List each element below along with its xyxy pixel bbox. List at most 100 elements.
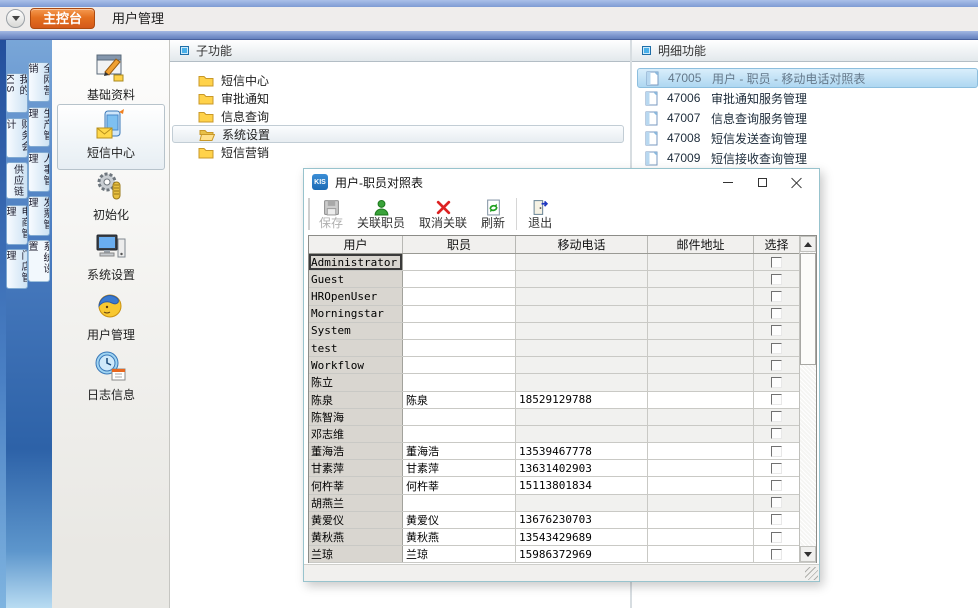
cell-user[interactable]: 陈智海 <box>309 409 403 425</box>
row-checkbox[interactable] <box>771 549 782 560</box>
cell-phone[interactable]: 13539467778 <box>516 443 648 459</box>
row-checkbox[interactable] <box>771 446 782 457</box>
cell-phone[interactable] <box>516 254 648 270</box>
cell-phone[interactable]: 13676230703 <box>516 512 648 528</box>
cell-phone[interactable] <box>516 306 648 322</box>
cell-user[interactable]: 黄秋燕 <box>309 529 403 545</box>
side-tab-invoice[interactable]: 发票管理 <box>28 196 50 236</box>
cell-phone[interactable] <box>516 271 648 287</box>
folder-item-info-query[interactable]: 信息查询 <box>172 107 624 125</box>
side-tab-marketing[interactable]: 全网营销 <box>28 62 50 102</box>
resize-grip[interactable] <box>805 567 818 580</box>
cell-user[interactable]: 兰琼 <box>309 546 403 562</box>
cell-user[interactable]: Guest <box>309 271 403 287</box>
cell-employee[interactable] <box>403 288 516 304</box>
cell-user[interactable]: Workflow <box>309 357 403 373</box>
cell-user[interactable]: 黄爱仪 <box>309 512 403 528</box>
cell-email[interactable] <box>648 546 754 562</box>
cell-employee[interactable]: 兰琼 <box>403 546 516 562</box>
cell-user[interactable]: 何杵莘 <box>309 477 403 493</box>
exit-button[interactable]: 退出 <box>521 195 559 233</box>
cell-employee[interactable]: 陈泉 <box>403 392 516 408</box>
tab-dropdown-button[interactable] <box>6 9 25 28</box>
side-tab-my-kis[interactable]: 我的KIS <box>6 73 28 113</box>
cell-employee[interactable]: 何杵莘 <box>403 477 516 493</box>
cell-employee[interactable]: 甘素萍 <box>403 460 516 476</box>
side-tab-production[interactable]: 生产管理 <box>28 107 50 147</box>
link-employee-button[interactable]: 关联职员 <box>350 195 412 233</box>
vertical-scrollbar[interactable] <box>799 236 816 562</box>
side-tab-finance[interactable]: 财务会计 <box>6 118 28 158</box>
cell-email[interactable] <box>648 409 754 425</box>
cell-phone[interactable] <box>516 340 648 356</box>
close-button[interactable] <box>779 169 813 195</box>
nav-item-log-info[interactable]: 日志信息 <box>58 350 164 403</box>
nav-item-base-data[interactable]: 基础资料 <box>58 50 164 103</box>
side-tab-hr[interactable]: 人事管理 <box>28 152 50 192</box>
minimize-button[interactable] <box>711 169 745 195</box>
folder-item-approval-notice[interactable]: 审批通知 <box>172 89 624 107</box>
scroll-up-button[interactable] <box>800 236 816 252</box>
cell-phone[interactable] <box>516 495 648 511</box>
cell-user[interactable]: 邓志维 <box>309 426 403 442</box>
cell-employee[interactable] <box>403 323 516 339</box>
cell-user[interactable]: System <box>309 323 403 339</box>
row-checkbox[interactable] <box>771 343 782 354</box>
folder-item-sms-marketing[interactable]: 短信营销 <box>172 143 624 161</box>
unlink-button[interactable]: 取消关联 <box>412 195 474 233</box>
tab-main-console[interactable]: 主控台 <box>30 8 95 29</box>
cell-user[interactable]: 董海浩 <box>309 443 403 459</box>
maximize-button[interactable] <box>745 169 779 195</box>
cell-phone[interactable]: 18529129788 <box>516 392 648 408</box>
cell-user[interactable]: 陈泉 <box>309 392 403 408</box>
cell-email[interactable] <box>648 340 754 356</box>
row-checkbox[interactable] <box>771 325 782 336</box>
cell-phone[interactable]: 15113801834 <box>516 477 648 493</box>
cell-email[interactable] <box>648 288 754 304</box>
row-checkbox[interactable] <box>771 394 782 405</box>
cell-employee[interactable] <box>403 374 516 390</box>
cell-email[interactable] <box>648 271 754 287</box>
save-button[interactable]: 保存 <box>312 195 350 233</box>
side-tab-system-settings[interactable]: 系统设置 <box>28 240 50 282</box>
cell-email[interactable] <box>648 477 754 493</box>
cell-phone[interactable] <box>516 288 648 304</box>
row-checkbox[interactable] <box>771 377 782 388</box>
row-checkbox[interactable] <box>771 274 782 285</box>
cell-employee[interactable]: 董海浩 <box>403 443 516 459</box>
function-item-47006[interactable]: 47006 审批通知服务管理 <box>637 88 978 108</box>
row-checkbox[interactable] <box>771 411 782 422</box>
row-checkbox[interactable] <box>771 514 782 525</box>
cell-user[interactable]: HROpenUser <box>309 288 403 304</box>
scrollbar-thumb[interactable] <box>800 253 816 365</box>
cell-phone[interactable] <box>516 357 648 373</box>
cell-employee[interactable]: 黄秋燕 <box>403 529 516 545</box>
side-tab-store[interactable]: 门店管理 <box>6 249 28 289</box>
cell-employee[interactable] <box>403 340 516 356</box>
cell-email[interactable] <box>648 495 754 511</box>
cell-employee[interactable] <box>403 495 516 511</box>
nav-item-user-management[interactable]: 用户管理 <box>58 290 164 343</box>
cell-email[interactable] <box>648 374 754 390</box>
side-tab-ecommerce[interactable]: 电商管理 <box>6 205 28 245</box>
cell-employee[interactable] <box>403 357 516 373</box>
cell-employee[interactable] <box>403 254 516 270</box>
cell-email[interactable] <box>648 460 754 476</box>
cell-user[interactable]: 胡燕兰 <box>309 495 403 511</box>
folder-item-sms-center[interactable]: 短信中心 <box>172 71 624 89</box>
cell-user[interactable]: Administrator <box>309 254 403 270</box>
function-item-47005[interactable]: 47005 用户 - 职员 - 移动电话对照表 <box>637 68 978 88</box>
row-checkbox[interactable] <box>771 532 782 543</box>
cell-phone[interactable]: 13543429689 <box>516 529 648 545</box>
cell-email[interactable] <box>648 512 754 528</box>
cell-phone[interactable] <box>516 374 648 390</box>
row-checkbox[interactable] <box>771 257 782 268</box>
row-checkbox[interactable] <box>771 428 782 439</box>
cell-email[interactable] <box>648 357 754 373</box>
row-checkbox[interactable] <box>771 463 782 474</box>
cell-employee[interactable] <box>403 409 516 425</box>
cell-email[interactable] <box>648 254 754 270</box>
cell-email[interactable] <box>648 392 754 408</box>
nav-item-system-settings[interactable]: 系统设置 <box>58 230 164 283</box>
side-tab-supply-chain[interactable]: 供应链 <box>6 162 28 199</box>
